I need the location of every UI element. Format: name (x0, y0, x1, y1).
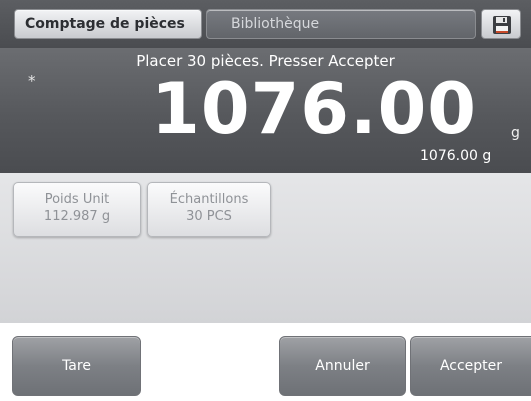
action-bar: Tare Annuler Accepter (0, 323, 531, 401)
samples-button[interactable]: Échantillons 30 PCS (147, 182, 271, 237)
stability-marker: * (28, 72, 36, 90)
library-tab-label: Bibliothèque (231, 16, 320, 32)
application-tab-label: Comptage de pièces (25, 16, 185, 32)
application-tab[interactable]: Comptage de pièces (14, 9, 202, 39)
main-weight-reading: 1076.00 (151, 68, 477, 150)
secondary-weight-reading: 1076.00 g (420, 148, 492, 164)
unit-weight-button[interactable]: Poids Unit 112.987 g (13, 182, 141, 237)
floppy-disk-icon (493, 16, 511, 34)
tare-button[interactable]: Tare (12, 336, 141, 396)
save-button[interactable] (481, 9, 521, 39)
samples-value: 30 PCS (186, 209, 232, 224)
library-tab[interactable]: Bibliothèque (206, 9, 476, 39)
weight-unit: g (511, 125, 520, 141)
top-bar: Comptage de pièces Bibliothèque (0, 0, 531, 48)
weight-display: Placer 30 pièces. Presser Accepter * 107… (0, 48, 531, 173)
samples-label: Échantillons (169, 192, 249, 207)
accept-button[interactable]: Accepter (410, 336, 531, 396)
unit-weight-label: Poids Unit (44, 192, 110, 207)
info-area: Poids Unit 112.987 g Échantillons 30 PCS (0, 173, 531, 323)
unit-weight-value: 112.987 g (43, 209, 111, 224)
cancel-button[interactable]: Annuler (279, 336, 406, 396)
